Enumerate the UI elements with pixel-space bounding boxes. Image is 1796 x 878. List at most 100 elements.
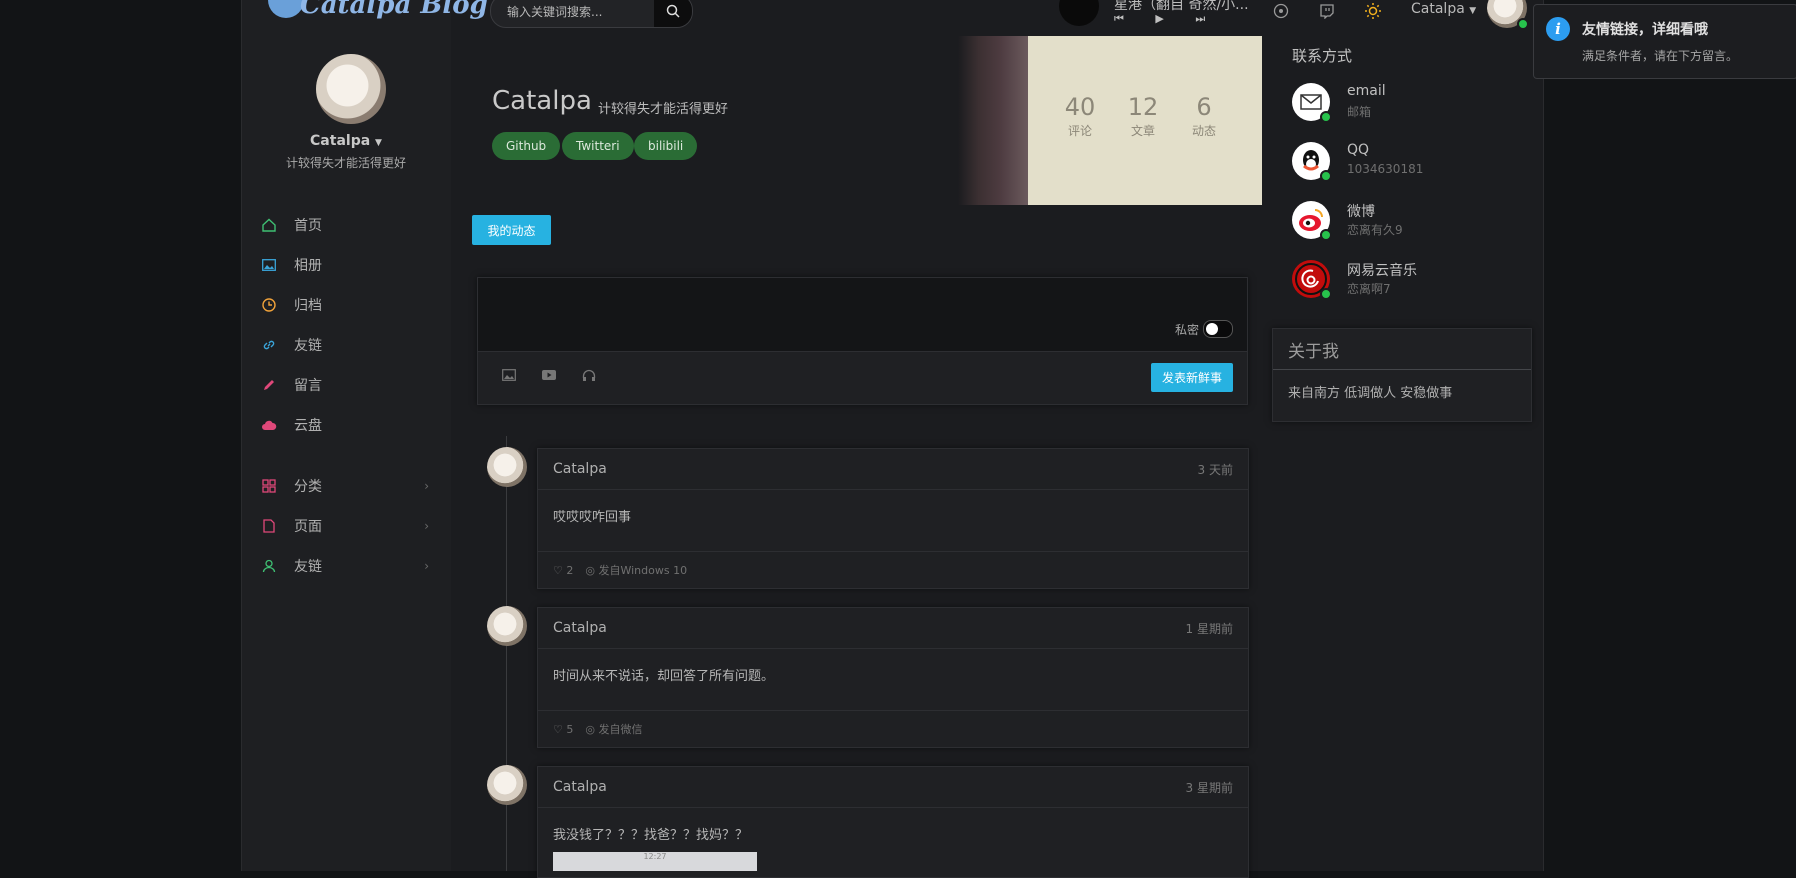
search-icon [666, 4, 680, 18]
sidebar-item-label: 首页 [294, 218, 322, 234]
sidebar-item-label: 归档 [294, 298, 322, 314]
tag-bilibili[interactable]: bilibili [634, 132, 698, 160]
profile-subtitle: 计较得失才能活得更好 [285, 156, 406, 170]
private-label: 私密 [1174, 322, 1199, 337]
like-button[interactable]: ♡ 5 [553, 723, 573, 736]
contact-value: 邮箱 [1347, 105, 1372, 119]
contact-name: QQ [1347, 142, 1370, 158]
contact-qq[interactable]: QQ 1034630181 [1292, 142, 1532, 192]
stat-value: 12 [1127, 93, 1159, 121]
sidebar-group-category[interactable]: 分类 › [261, 466, 451, 506]
sidebar-item-label: 分类 [294, 479, 322, 495]
notification-toast[interactable]: i 友情链接，详细看哦 满足条件者，请在下方留言。 [1533, 4, 1796, 79]
post-avatar[interactable] [487, 447, 527, 487]
sidebar-item-archive[interactable]: 归档 [261, 285, 451, 325]
composer: 私密 发表新鲜事 [477, 277, 1248, 405]
about-text: 来自南方 低调做人 安稳做事 [1288, 386, 1453, 401]
post-card: Catalpa 3 天前 哎哎哎咋回事 ♡ 2 ◎ 发自Windows 10 [537, 448, 1249, 589]
chevron-right-icon: › [424, 519, 429, 533]
contact-netease-music[interactable]: 网易云音乐 恋离啊7 [1292, 260, 1532, 310]
post-avatar[interactable] [487, 765, 527, 805]
sidebar-item-album[interactable]: 相册 [261, 245, 451, 285]
user-name: Catalpa [1411, 1, 1465, 17]
post-author[interactable]: Catalpa [553, 620, 607, 636]
contact-value: 恋离有久9 [1347, 223, 1403, 237]
file-icon [261, 518, 277, 534]
composer-textarea[interactable] [478, 278, 1247, 352]
stat-value: 6 [1196, 93, 1212, 121]
headphones-icon[interactable] [582, 369, 596, 385]
stat-articles[interactable]: 12 文章 [1113, 94, 1173, 139]
stat-label: 评论 [1067, 124, 1092, 138]
video-icon[interactable] [542, 369, 556, 385]
contact-value: 1034630181 [1347, 162, 1424, 176]
home-icon [261, 217, 277, 233]
link-icon [261, 337, 277, 353]
search-input[interactable]: 输入关键词搜索... [507, 3, 602, 20]
post-content: 时间从来不说话，却回答了所有问题。 [538, 649, 1248, 711]
stat-comments[interactable]: 40 评论 [1050, 94, 1110, 139]
image-icon[interactable] [502, 369, 516, 385]
about-panel: 关于我 来自南方 低调做人 安稳做事 [1272, 328, 1532, 422]
user-menu[interactable]: Catalpa ▼ [1411, 1, 1476, 17]
cloud-icon [261, 417, 277, 433]
post-author[interactable]: Catalpa [553, 779, 607, 795]
sun-icon[interactable] [1364, 2, 1382, 20]
info-icon: i [1546, 17, 1570, 41]
contact-name: email [1347, 83, 1386, 99]
about-title: 关于我 [1273, 329, 1531, 370]
sidebar-group-pages[interactable]: 页面 › [261, 506, 451, 546]
clock-icon [261, 297, 277, 313]
private-toggle[interactable] [1203, 320, 1233, 338]
online-dot [1320, 111, 1332, 123]
sidebar-group-friends[interactable]: 友链 › [261, 546, 451, 586]
stat-moments[interactable]: 6 动态 [1174, 94, 1234, 139]
search-box[interactable]: 输入关键词搜索... [490, 0, 693, 28]
post-source: ◎ 发自Windows 10 [585, 562, 687, 578]
hero-illustration [958, 36, 1028, 205]
profile-name[interactable]: Catalpa ▼ [241, 133, 451, 149]
contact-email[interactable]: email 邮箱 [1292, 83, 1532, 133]
post-button[interactable]: 发表新鲜事 [1151, 363, 1233, 392]
profile-avatar[interactable] [316, 54, 386, 124]
tag-github[interactable]: Github [492, 132, 561, 160]
toast-title: 友情链接，详细看哦 [1582, 22, 1708, 38]
sidebar-item-label: 云盘 [294, 418, 322, 434]
sidebar-item-label: 留言 [294, 378, 322, 394]
like-button[interactable]: ♡ 2 [553, 564, 573, 577]
sidebar-item-guestbook[interactable]: 留言 [261, 365, 451, 405]
twitch-icon[interactable] [1318, 2, 1336, 20]
grid-icon [261, 478, 277, 494]
like-count: 2 [566, 563, 574, 577]
post-avatar[interactable] [487, 606, 527, 646]
post-card: Catalpa 1 星期前 时间从来不说话，却回答了所有问题。 ♡ 5 ◎ 发自微… [537, 607, 1249, 748]
contact-weibo[interactable]: 微博 恋离有久9 [1292, 201, 1532, 251]
sidebar-item-links[interactable]: 友链 [261, 325, 451, 365]
post-time: 1 星期前 [1185, 621, 1233, 636]
stat-value: 40 [1064, 93, 1096, 121]
site-logo[interactable]: Catalpa Blog [300, 0, 488, 20]
post-source-text: 发自微信 [598, 723, 643, 736]
stat-label: 动态 [1191, 124, 1216, 138]
stat-label: 文章 [1130, 124, 1155, 138]
chevron-right-icon: › [424, 559, 429, 573]
post-author[interactable]: Catalpa [553, 461, 607, 477]
private-toggle-row: 私密 [1175, 320, 1233, 338]
post-image-caption: 12:27 [643, 852, 667, 861]
toast-text: 满足条件者，请在下方留言。 [1582, 49, 1739, 63]
tag-twitter[interactable]: Twitteri [562, 132, 634, 160]
heart-icon: ♡ [553, 722, 563, 736]
sidebar-item-home[interactable]: 首页 [261, 205, 451, 245]
chevron-right-icon: › [424, 479, 429, 493]
compass-icon: ◎ [585, 564, 595, 577]
search-button[interactable] [654, 0, 692, 27]
sidebar-item-cloud[interactable]: 云盘 [261, 405, 451, 445]
tab-my-moments[interactable]: 我的动态 [472, 215, 551, 245]
post-image[interactable]: 12:27 [553, 852, 757, 871]
player-controls[interactable]: ⏮ ▶ ⏭ [1114, 12, 1219, 26]
stats-panel: 40 评论 12 文章 6 动态 [1028, 36, 1262, 205]
caret-down-icon: ▼ [1469, 6, 1477, 16]
online-dot [1320, 288, 1332, 300]
target-icon[interactable] [1272, 2, 1290, 20]
timeline-line [506, 436, 507, 871]
